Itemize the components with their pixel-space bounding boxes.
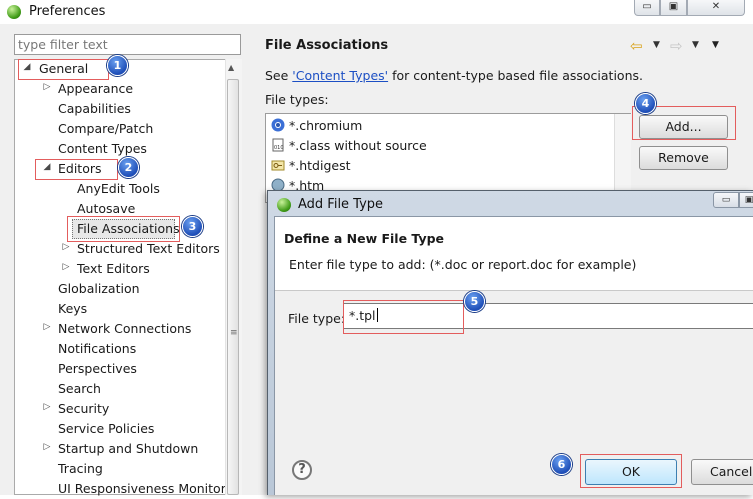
window-title: Preferences: [29, 4, 106, 19]
content-types-link[interactable]: 'Content Types': [292, 68, 388, 83]
tree-item-content-types[interactable]: Content Types: [58, 139, 147, 159]
tree-item-structured-text-editors[interactable]: Structured Text Editors: [77, 239, 220, 259]
file-type-label: *.htdigest: [289, 158, 351, 173]
scroll-grip-icon: ≡: [230, 328, 238, 338]
tree-item-globalization[interactable]: Globalization: [58, 279, 140, 299]
tree-collapsed-icon[interactable]: ▷: [43, 402, 51, 412]
back-arrow-icon[interactable]: ⇦: [630, 37, 643, 55]
list-item[interactable]: *.chromium: [271, 116, 362, 136]
key-file-icon: [271, 158, 285, 172]
annotation-box-file-type: [343, 300, 464, 334]
tree-item-search[interactable]: Search: [58, 379, 101, 399]
tree-item-security[interactable]: Security: [58, 399, 109, 419]
file-type-label: File type:: [288, 311, 346, 326]
list-item[interactable]: 010 *.class without source: [271, 136, 427, 156]
annotation-box-general: [18, 59, 109, 80]
step-badge-4: 4: [635, 93, 656, 114]
file-types-label: File types:: [265, 92, 329, 107]
step-badge-6: 6: [551, 454, 572, 475]
dialog-message: Enter file type to add: (*.doc or report…: [289, 257, 637, 272]
step-badge-3: 3: [182, 216, 203, 237]
tree-item-network-connections[interactable]: Network Connections: [58, 319, 191, 339]
close-button[interactable]: ✕: [687, 0, 745, 16]
annotation-box-file-associations: [67, 216, 180, 242]
tree-item-notifications[interactable]: Notifications: [58, 339, 136, 359]
svg-text:010: 010: [274, 145, 284, 151]
scroll-up-icon[interactable]: ▲: [228, 63, 234, 72]
tree-item-startup-and-shutdown[interactable]: Startup and Shutdown: [58, 439, 198, 459]
tree-item-capabilities[interactable]: Capabilities: [58, 99, 131, 119]
hint-suffix: for content-type based file associations…: [388, 68, 643, 83]
tree-collapsed-icon[interactable]: ▷: [43, 82, 51, 92]
help-icon[interactable]: ?: [292, 460, 312, 480]
dialog-header: [275, 217, 753, 291]
content-types-hint: See 'Content Types' for content-type bas…: [265, 68, 643, 83]
tree-item-ui-responsiveness-monitoring[interactable]: UI Responsiveness Monitoring: [58, 479, 225, 499]
tree-collapsed-icon[interactable]: ▷: [43, 322, 51, 332]
tree-item-anyedit-tools[interactable]: AnyEdit Tools: [77, 179, 160, 199]
eclipse-app-icon: [277, 198, 291, 212]
class-file-icon: 010: [271, 138, 285, 152]
forward-history-dropdown-icon[interactable]: ▼: [692, 40, 699, 50]
dialog-heading: Define a New File Type: [284, 231, 445, 246]
tree-item-keys[interactable]: Keys: [58, 299, 87, 319]
tree-item-perspectives[interactable]: Perspectives: [58, 359, 137, 379]
tree-collapsed-icon[interactable]: ▷: [62, 262, 70, 272]
step-badge-2: 2: [118, 157, 139, 178]
file-type-label: *.chromium: [289, 118, 363, 133]
tree-item-appearance[interactable]: Appearance: [58, 79, 133, 99]
annotation-box-editors: [35, 159, 118, 180]
forward-arrow-icon[interactable]: ⇨: [670, 37, 683, 55]
tree-item-text-editors[interactable]: Text Editors: [77, 259, 150, 279]
tree-item-service-policies[interactable]: Service Policies: [58, 419, 154, 439]
minimize-button[interactable]: ▭: [634, 0, 660, 16]
page-title: File Associations: [265, 38, 389, 53]
back-history-dropdown-icon[interactable]: ▼: [653, 40, 660, 50]
maximize-button[interactable]: ▣: [660, 0, 687, 16]
step-badge-1: 1: [107, 55, 128, 76]
eclipse-app-icon: [7, 5, 21, 19]
annotation-box-ok: [580, 454, 682, 488]
dialog-title: Add File Type: [298, 197, 384, 212]
tree-item-tracing[interactable]: Tracing: [58, 459, 103, 479]
view-menu-icon[interactable]: ▼: [712, 40, 719, 50]
file-type-label: *.class without source: [289, 138, 427, 153]
dialog-maximize-button[interactable]: ▣: [739, 192, 753, 208]
tree-collapsed-icon[interactable]: ▷: [43, 442, 51, 452]
dialog-minimize-button[interactable]: ▭: [713, 192, 739, 208]
chromium-icon: [271, 118, 285, 132]
remove-button[interactable]: Remove: [639, 146, 728, 170]
tree-item-compare-patch[interactable]: Compare/Patch: [58, 119, 153, 139]
filter-input[interactable]: type filter text: [14, 34, 241, 55]
tree-scroll-thumb[interactable]: [227, 79, 239, 495]
tree-collapsed-icon[interactable]: ▷: [62, 242, 70, 252]
hint-prefix: See: [265, 68, 293, 83]
cancel-button[interactable]: Cancel: [691, 459, 753, 485]
step-badge-5: 5: [464, 291, 485, 312]
list-item[interactable]: *.htdigest: [271, 156, 351, 176]
